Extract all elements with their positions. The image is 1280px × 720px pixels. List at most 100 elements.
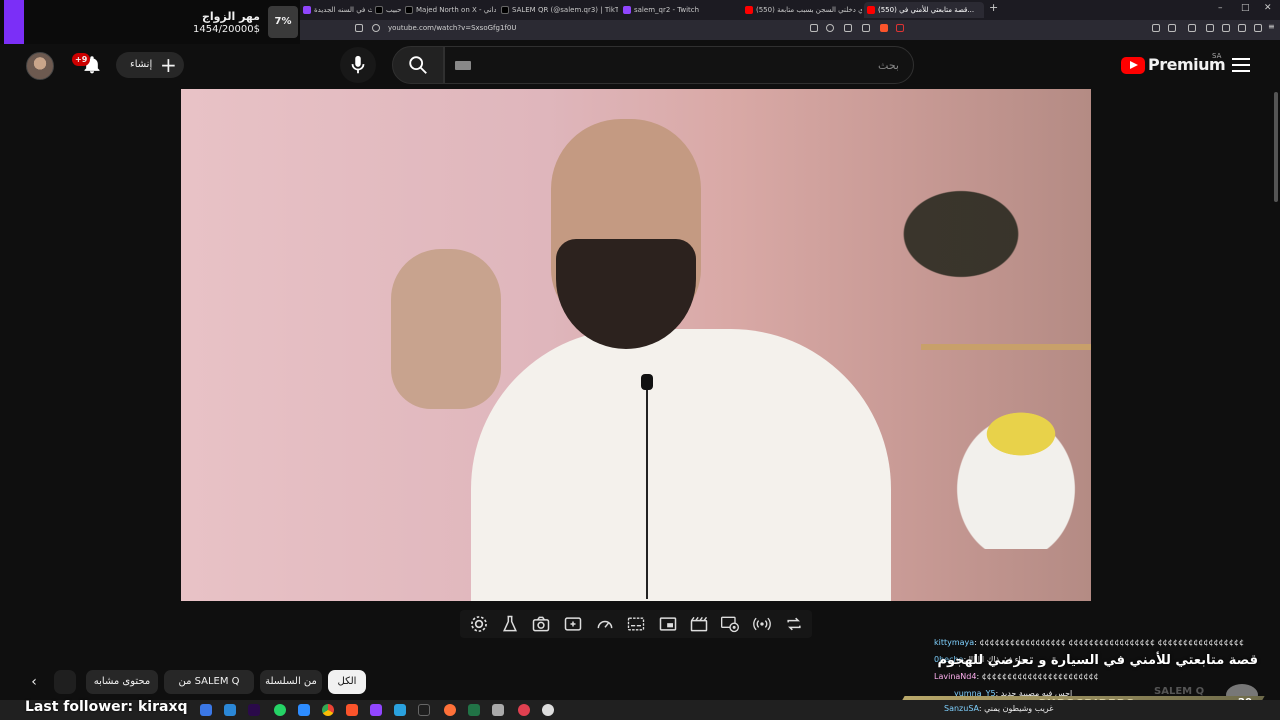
settings-icon[interactable]: [469, 614, 489, 634]
video-scene-shelf: [921, 344, 1091, 350]
video-scene-lav-mic: [641, 374, 653, 390]
chip-all[interactable]: الكل: [328, 670, 366, 694]
goal-title: مهر الزواج: [201, 10, 260, 23]
sidebar-toggle-icon[interactable]: [1206, 24, 1214, 32]
video-scene-mic-cable: [646, 389, 648, 599]
chip-related[interactable]: محتوى مشابه: [86, 670, 158, 694]
chip-fade: [54, 670, 76, 694]
translate-icon[interactable]: [810, 24, 818, 32]
new-tab-button[interactable]: +: [989, 1, 998, 14]
close-window-button[interactable]: ✕: [1264, 3, 1272, 13]
donation-goal-widget: مهر الزواج 1454/20000$ 7%: [0, 0, 300, 44]
video-scene-raised-hand: [391, 249, 501, 409]
minimize-button[interactable]: –: [1218, 3, 1223, 13]
video-title-overlay: قصة متابعتي للأمني في السيارة و تعرضي لل…: [937, 653, 1258, 668]
chrome-icon[interactable]: [322, 704, 334, 716]
browser-tab-active[interactable]: (550) قصة متابعتي للأمني في...: [864, 2, 984, 18]
region-code: SA: [1212, 52, 1222, 60]
youtube-favicon-icon: [745, 6, 753, 14]
vpn-icon[interactable]: [1238, 24, 1246, 32]
windows-taskbar: [0, 700, 1280, 720]
terminal-icon[interactable]: [418, 704, 430, 716]
wallet-icon[interactable]: [1222, 24, 1230, 32]
obs-icon[interactable]: [542, 704, 554, 716]
last-follower-overlay: Last follower: kiraxq: [25, 699, 188, 715]
browser-tab[interactable]: SALEM QR (@salem.qr3) | TikTok: [498, 2, 618, 18]
chat-message: kittymaya: ¢¢¢¢¢¢¢¢¢¢¢¢¢¢¢¢¢ ¢¢¢¢¢¢¢¢¢¢¢…: [934, 638, 1245, 647]
search-input[interactable]: [444, 46, 914, 84]
broadcast-icon[interactable]: [752, 614, 772, 634]
firefox-icon[interactable]: [444, 704, 456, 716]
video-scene-person-body: [471, 329, 891, 601]
clapper-icon[interactable]: [689, 614, 709, 634]
subtitles-icon[interactable]: [626, 614, 646, 634]
taskbar-app-icon[interactable]: [224, 704, 236, 716]
site-info-icon[interactable]: [372, 24, 380, 32]
goal-percent: 7%: [268, 6, 298, 38]
brave-browser-icon[interactable]: [346, 704, 358, 716]
camera-icon[interactable]: [531, 614, 551, 634]
video-player[interactable]: [181, 89, 1091, 601]
chat-message: SanzuSA: غريب وشيطون يمني: [944, 704, 1054, 713]
zoom-icon[interactable]: [826, 24, 834, 32]
youtube-favicon-icon: [867, 6, 875, 14]
browser-tab[interactable]: اول بث في السنه الجديدة: [300, 2, 372, 18]
chip-from-series[interactable]: من السلسلة: [260, 670, 322, 694]
tab-favicon-icon: [303, 6, 311, 14]
create-button[interactable]: إنشاء +: [116, 52, 184, 78]
brave-shield-icon[interactable]: [880, 24, 888, 32]
browser-menu-icon[interactable]: ≡: [1268, 23, 1276, 32]
rewards-icon[interactable]: [896, 24, 904, 32]
goal-progress-bar: [4, 0, 24, 44]
telegram-icon[interactable]: [394, 704, 406, 716]
browser-tab[interactable]: (550) أبوي دخلني السجن بسبب متابعة...: [742, 2, 862, 18]
taskbar-app-icon[interactable]: [248, 704, 260, 716]
taskbar-app-icon[interactable]: [200, 704, 212, 716]
flask-icon[interactable]: [500, 614, 520, 634]
url-field[interactable]: youtube.com/watch?v=SxsoGfg1f0U: [388, 24, 516, 32]
voice-search-button[interactable]: [340, 47, 376, 83]
extension-icon[interactable]: [1152, 24, 1160, 32]
extension-icon[interactable]: [1168, 24, 1176, 32]
maximize-button[interactable]: □: [1241, 3, 1250, 13]
speed-icon[interactable]: [595, 614, 615, 634]
taskbar-app-icon[interactable]: [518, 704, 530, 716]
video-scene-yellow-object: [981, 409, 1061, 459]
guide-menu-icon[interactable]: [1232, 57, 1250, 73]
chip-from-channel[interactable]: من SALEM Q: [164, 670, 254, 694]
plus-icon: +: [160, 53, 177, 77]
install-app-icon[interactable]: [844, 24, 852, 32]
search-button[interactable]: [392, 46, 444, 84]
add-box-icon[interactable]: [563, 614, 583, 634]
share-icon[interactable]: [862, 24, 870, 32]
scrollbar-thumb[interactable]: [1274, 92, 1278, 202]
search-icon: [409, 56, 427, 74]
youtube-logo-icon[interactable]: [1121, 57, 1145, 74]
loop-icon[interactable]: [784, 614, 804, 634]
browser-tab[interactable]: salem_qr2 - Twitch: [620, 2, 740, 18]
x-logo-icon: [405, 6, 413, 14]
taskbar-app-icon[interactable]: [370, 704, 382, 716]
bookmark-icon[interactable]: [355, 24, 363, 32]
video-scene-plant: [861, 159, 1061, 309]
whatsapp-icon[interactable]: [274, 704, 286, 716]
tiktok-logo-icon: [501, 6, 509, 14]
twitch-logo-icon: [623, 6, 631, 14]
microphone-icon: [351, 55, 365, 74]
visibility-icon[interactable]: [720, 614, 740, 634]
account-avatar[interactable]: [26, 52, 54, 80]
keyboard-icon[interactable]: [455, 61, 471, 70]
browser-tab[interactable]: حبيب ! ...: [372, 2, 402, 18]
chat-message: LavinaNd4: ¢¢¢¢¢¢¢¢¢¢¢¢¢¢¢¢¢¢¢¢¢¢¢: [934, 672, 1099, 681]
taskbar-app-icon[interactable]: [298, 704, 310, 716]
create-label: إنشاء: [130, 59, 153, 70]
goal-value: 1454/20000$: [193, 24, 260, 35]
chip-scroll-arrow[interactable]: ‹: [22, 670, 46, 694]
taskbar-app-icon[interactable]: [468, 704, 480, 716]
download-icon[interactable]: [1254, 24, 1262, 32]
extension-icon[interactable]: [1188, 24, 1196, 32]
notification-count-badge: +9: [72, 53, 91, 66]
browser-tab[interactable]: Majed North on X - ابو داني: [402, 2, 496, 18]
picture-in-picture-icon[interactable]: [658, 614, 678, 634]
taskbar-app-icon[interactable]: [492, 704, 504, 716]
